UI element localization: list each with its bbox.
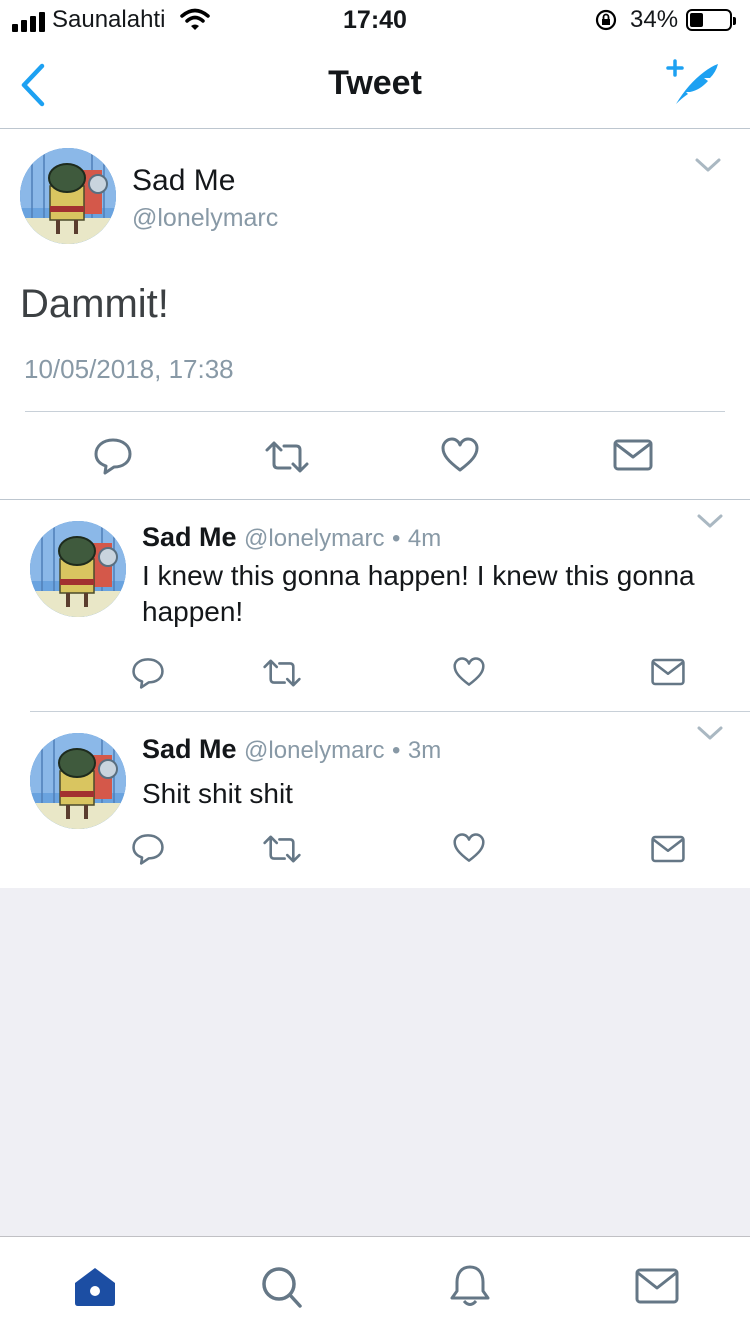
like-heart-icon[interactable] (452, 656, 486, 688)
page-title: Tweet (328, 64, 422, 102)
reply-icon[interactable] (130, 656, 166, 690)
avatar[interactable] (20, 148, 116, 244)
like-heart-icon[interactable] (440, 436, 480, 474)
tweet-timestamp: 10/05/2018, 17:38 (24, 354, 234, 384)
direct-message-icon[interactable] (650, 657, 686, 687)
messages-icon[interactable] (634, 1267, 680, 1305)
like-heart-icon[interactable] (452, 832, 486, 864)
reply-author-name: Sad Me (142, 734, 237, 764)
battery-fill (690, 13, 703, 27)
reply-text: I knew this gonna happen! I knew this go… (142, 560, 695, 627)
author-name[interactable]: Sad Me (132, 164, 235, 198)
direct-message-icon[interactable] (650, 834, 686, 864)
divider (0, 499, 750, 500)
author-handle[interactable]: @lonelymarc (132, 204, 278, 233)
search-icon[interactable] (260, 1265, 304, 1311)
empty-area (0, 888, 750, 1236)
reply-author[interactable]: Sad Me @lonelymarc • 3m (142, 734, 441, 765)
separator-dot: • (391, 737, 401, 764)
reply-age: 4m (407, 525, 442, 552)
compose-tweet-icon[interactable] (660, 56, 722, 110)
chevron-down-icon[interactable] (696, 724, 724, 742)
reply-author[interactable]: Sad Me @lonelymarc • 4m (142, 522, 441, 553)
notifications-icon[interactable] (448, 1263, 492, 1309)
reply-author-handle: @lonelymarc (244, 525, 385, 552)
retweet-icon[interactable] (262, 832, 302, 866)
retweet-icon[interactable] (264, 438, 310, 476)
tab-bar (0, 1236, 750, 1335)
navigation-bar: Tweet (0, 40, 750, 129)
avatar[interactable] (30, 521, 126, 617)
direct-message-icon[interactable] (612, 438, 654, 472)
reply-text: Shit shit shit (142, 778, 293, 809)
battery-percentage: 34% (630, 6, 679, 33)
tweet-text: Dammit! (20, 282, 169, 326)
home-icon[interactable] (72, 1265, 118, 1309)
rotation-lock-icon (595, 9, 617, 31)
separator-dot: • (391, 525, 401, 552)
reply-age: 3m (407, 737, 442, 764)
reply-author-handle: @lonelymarc (244, 737, 385, 764)
avatar[interactable] (30, 733, 126, 829)
divider (30, 711, 750, 712)
chevron-down-icon[interactable] (696, 512, 724, 530)
chevron-down-icon[interactable] (694, 156, 722, 174)
status-bar: Saunalahti 17:40 34% (0, 0, 750, 40)
reply-icon[interactable] (130, 832, 166, 866)
retweet-icon[interactable] (262, 656, 302, 690)
reply-icon[interactable] (92, 436, 134, 476)
battery-icon (686, 9, 736, 31)
divider (25, 411, 725, 412)
reply-author-name: Sad Me (142, 522, 237, 552)
